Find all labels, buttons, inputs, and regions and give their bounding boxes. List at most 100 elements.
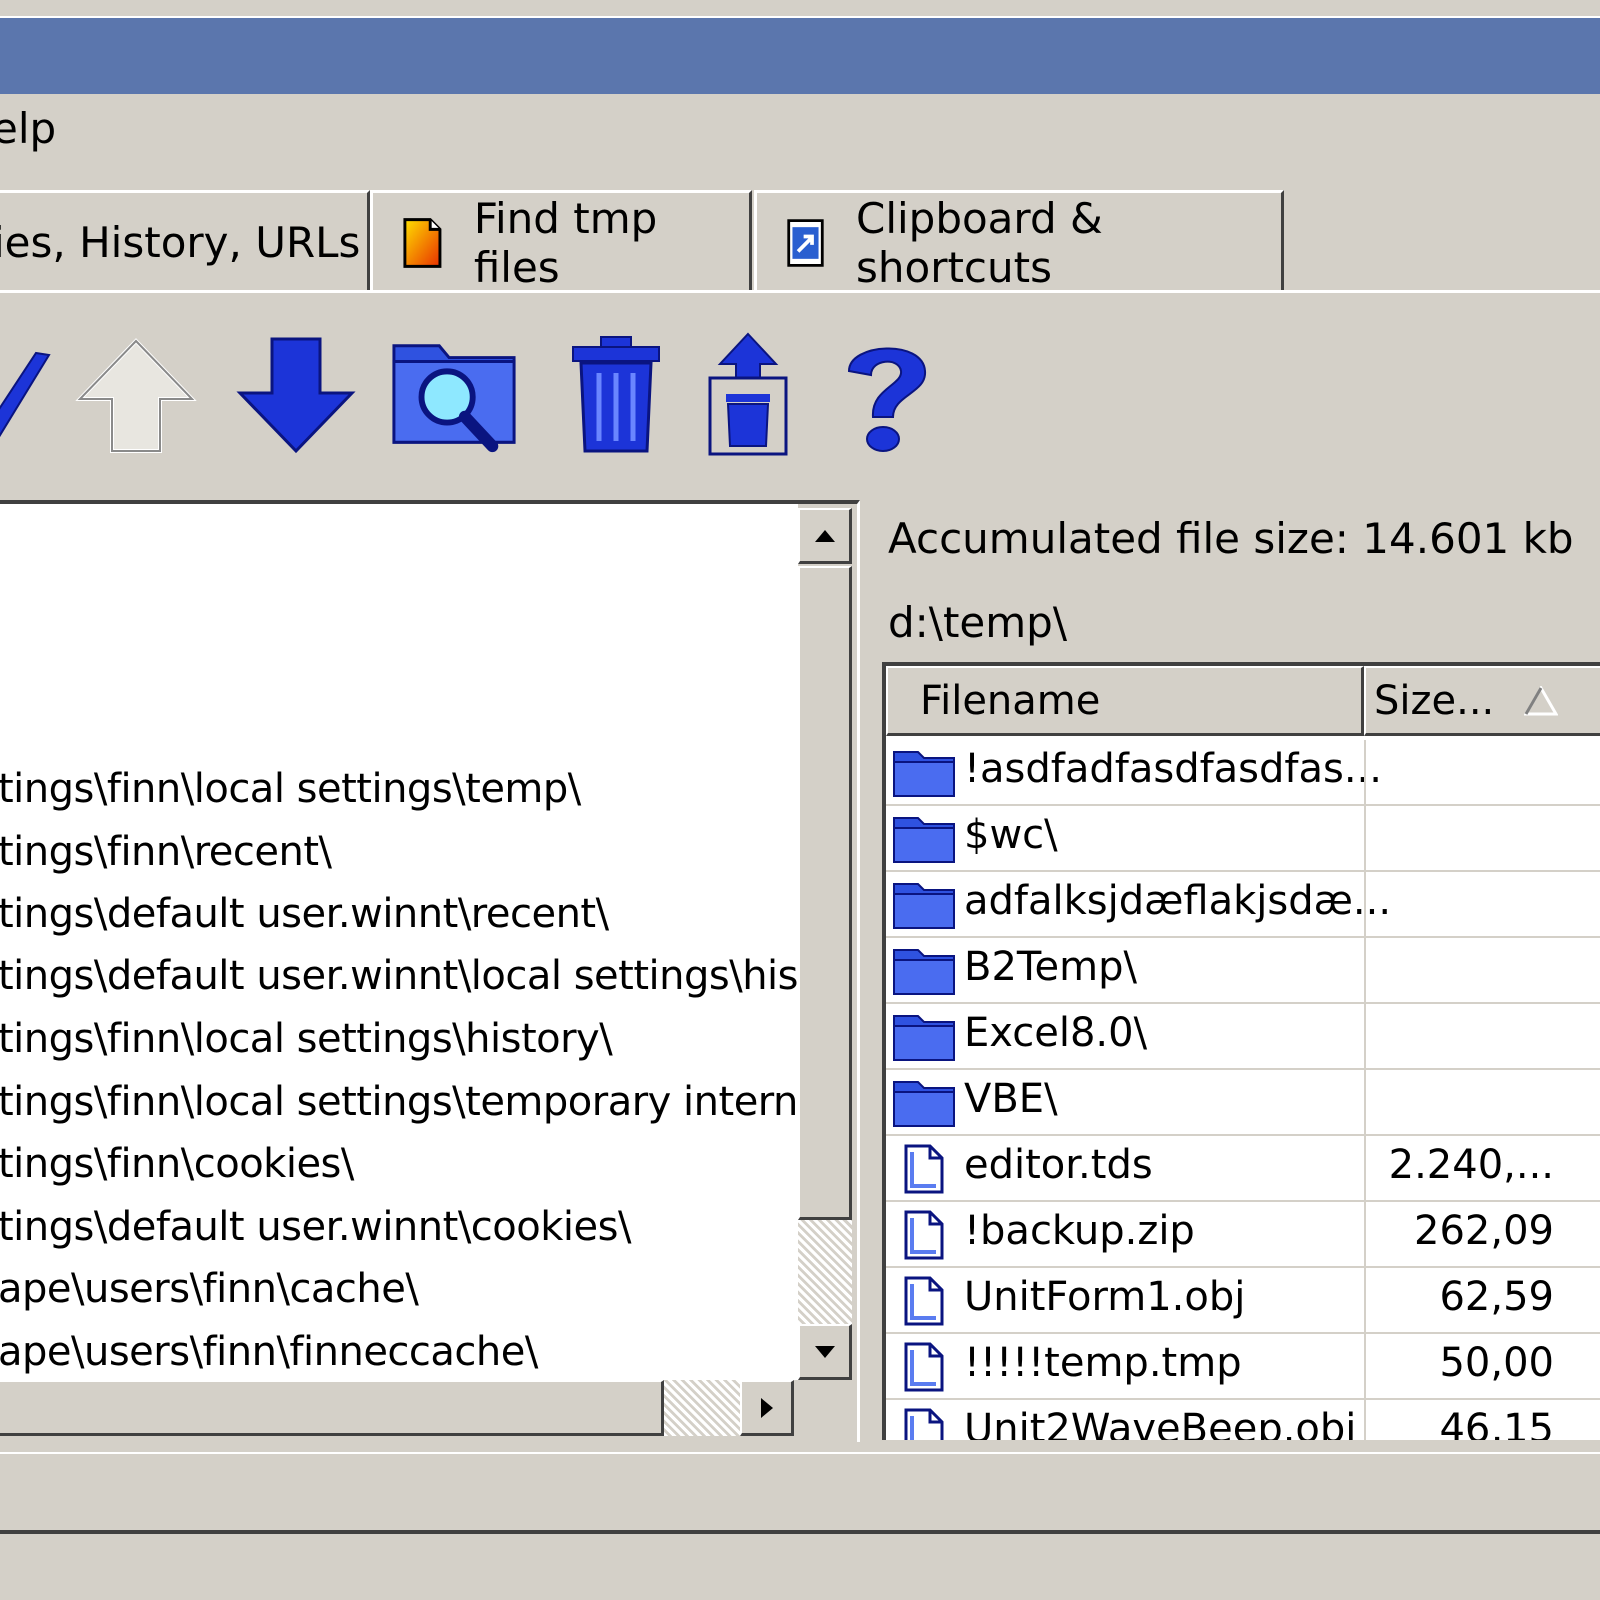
help-button[interactable]: [822, 330, 950, 460]
scrollbar-corner: [798, 1380, 854, 1436]
file-size: 262,09: [1414, 1208, 1554, 1254]
list-item[interactable]: tings\finn\local settings\temp\: [0, 766, 581, 812]
folder-icon: [893, 1081, 955, 1127]
file-icon: [904, 1144, 944, 1194]
file-name: B2Temp\: [964, 944, 1137, 990]
trash-icon: [572, 336, 660, 453]
vertical-scroll-track[interactable]: [798, 1220, 852, 1324]
menu-help[interactable]: elp: [0, 104, 56, 153]
folder-path-list[interactable]: tings\finn\local settings\temp\ tings\fi…: [0, 504, 798, 1380]
tab-clipboard-shortcuts[interactable]: Clipboard & shortcuts: [754, 190, 1284, 292]
list-item[interactable]: tings\default user.winnt\local settings\…: [0, 953, 798, 999]
column-separator: [1364, 938, 1366, 1004]
folder-icon: [893, 751, 955, 797]
column-header-filename[interactable]: Filename: [886, 666, 1364, 736]
list-item[interactable]: ape\users\finn\finneccache\: [0, 1329, 538, 1375]
search-folder-icon: [392, 344, 516, 453]
folder-icon: [893, 817, 955, 863]
status-bar: [0, 1452, 1600, 1534]
tmp-file-icon: [403, 217, 442, 268]
file-icon: [904, 1408, 944, 1440]
table-row[interactable]: !backup.zip 262,09: [886, 1202, 1600, 1268]
file-list[interactable]: Filename Size... !asdfadfasdfasdfas... $…: [882, 662, 1600, 1440]
file-icon: [904, 1210, 944, 1260]
list-item[interactable]: tings\finn\local settings\temporary inte…: [0, 1079, 798, 1125]
folder-icon: [893, 883, 955, 929]
current-path-label: d:\temp\: [888, 598, 1067, 647]
tab-cookies-history-urls[interactable]: ies, History, URLs: [0, 190, 370, 292]
file-icon: [904, 1342, 944, 1392]
table-row[interactable]: adfalksjdæflakjsdæ...: [886, 872, 1600, 938]
delete-button[interactable]: [552, 330, 680, 460]
file-name: UnitForm1.obj: [964, 1274, 1246, 1320]
title-bar[interactable]: [0, 18, 1600, 94]
table-row[interactable]: Excel8.0\: [886, 1004, 1600, 1070]
table-row[interactable]: Unit2WaveBeep.obj 46,15: [886, 1400, 1600, 1440]
file-name: editor.tds: [964, 1142, 1153, 1188]
list-item[interactable]: tings\finn\cookies\: [0, 1141, 354, 1187]
menu-bar: [0, 94, 1600, 178]
search-folder-button[interactable]: [390, 330, 518, 460]
move-up-button[interactable]: [72, 330, 200, 460]
table-row[interactable]: VBE\: [886, 1070, 1600, 1136]
column-separator: [1364, 1202, 1366, 1268]
file-name: adfalksjdæflakjsdæ...: [964, 878, 1392, 924]
horizontal-scrollbar[interactable]: [0, 1380, 798, 1436]
vertical-scroll-thumb[interactable]: [798, 566, 852, 1220]
table-row[interactable]: B2Temp\: [886, 938, 1600, 1004]
scroll-down-button[interactable]: [798, 1324, 852, 1380]
scroll-down-arrow-icon: [814, 1345, 835, 1358]
column-header-size[interactable]: Size...: [1364, 666, 1600, 736]
tab-label: Clipboard & shortcuts: [856, 193, 1103, 292]
vertical-scrollbar[interactable]: [798, 504, 854, 1380]
table-row[interactable]: $wc\: [886, 806, 1600, 872]
scroll-right-arrow-icon: [760, 1397, 773, 1418]
list-item[interactable]: tings\default user.winnt\recent\: [0, 891, 609, 937]
list-item[interactable]: tings\finn\recent\: [0, 829, 332, 875]
file-size: 62,59: [1439, 1274, 1554, 1320]
list-item[interactable]: ape\users\finn\cache\: [0, 1266, 419, 1312]
scroll-up-button[interactable]: [798, 508, 852, 564]
column-separator: [1364, 1334, 1366, 1400]
up-arrow-icon: [75, 338, 197, 453]
empty-trash-button[interactable]: [684, 330, 812, 460]
accumulated-size-label: Accumulated file size: 14.601 kb: [888, 514, 1574, 563]
file-size: 46,15: [1439, 1406, 1554, 1440]
table-row[interactable]: editor.tds 2.240,...: [886, 1136, 1600, 1202]
scroll-right-button[interactable]: [740, 1380, 794, 1436]
sort-ascending-icon: [1524, 685, 1559, 715]
column-separator: [1364, 740, 1366, 806]
folder-icon: [893, 1015, 955, 1061]
horizontal-scroll-thumb[interactable]: [0, 1380, 664, 1436]
file-name: !asdfadfasdfasdfas...: [964, 746, 1382, 792]
header-label: Filename: [920, 677, 1101, 724]
down-arrow-icon: [236, 337, 356, 454]
column-separator: [1364, 1136, 1366, 1202]
file-name: Unit2WaveBeep.obj: [964, 1406, 1357, 1440]
list-item[interactable]: tings\finn\local settings\history\: [0, 1016, 613, 1062]
shortcut-icon: [787, 218, 824, 267]
tab-label: ies, History, URLs: [0, 218, 361, 267]
file-name: VBE\: [964, 1076, 1058, 1122]
help-icon: [847, 347, 927, 452]
column-separator: [1364, 806, 1366, 872]
file-name: !backup.zip: [964, 1208, 1195, 1254]
file-name: !!!!!temp.tmp: [964, 1340, 1242, 1386]
column-separator: [1364, 1004, 1366, 1070]
column-separator: [1364, 1070, 1366, 1136]
file-size: 50,00: [1439, 1340, 1554, 1386]
window-top-edge: [0, 0, 1600, 18]
scroll-up-arrow-icon: [814, 529, 835, 542]
move-down-button[interactable]: [232, 330, 360, 460]
table-row[interactable]: !!!!!temp.tmp 50,00: [886, 1334, 1600, 1400]
file-icon: [904, 1276, 944, 1326]
column-separator: [1364, 872, 1366, 938]
list-item[interactable]: tings\default user.winnt\cookies\: [0, 1204, 631, 1250]
tab-find-tmp-files[interactable]: Find tmp files: [370, 190, 752, 292]
file-name: Excel8.0\: [964, 1010, 1148, 1056]
horizontal-scroll-track[interactable]: [664, 1380, 740, 1436]
table-row[interactable]: UnitForm1.obj 62,59: [886, 1268, 1600, 1334]
folder-icon: [893, 949, 955, 995]
table-row[interactable]: !asdfadfasdfasdfas...: [886, 740, 1600, 806]
window-bottom-edge: [0, 1530, 1600, 1534]
